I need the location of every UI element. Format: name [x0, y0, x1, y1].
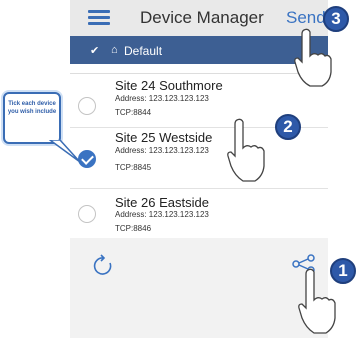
pointing-hand-icon	[298, 268, 336, 334]
breadcrumb[interactable]: Default	[124, 44, 162, 58]
breadcrumb-bar	[70, 36, 328, 64]
device-tcp: TCP:8844	[115, 108, 152, 117]
bottom-toolbar	[70, 238, 328, 338]
device-checkbox[interactable]	[78, 97, 96, 115]
hint-callout-text: Tick each device you wish include	[7, 101, 57, 115]
menu-icon[interactable]	[88, 10, 110, 26]
device-name: Site 24 Southmore	[115, 78, 223, 93]
divider	[70, 188, 328, 189]
step-badge-2: 2	[275, 114, 301, 140]
breadcrumb-bar-divider	[70, 64, 328, 74]
callout-pointer	[48, 140, 81, 163]
chevron-down-icon[interactable]: ✔	[90, 44, 99, 57]
send-button[interactable]: Send	[286, 8, 326, 28]
device-tcp: TCP:8845	[115, 163, 152, 172]
hint-callout: Tick each device you wish include	[3, 92, 61, 144]
app-title: Device Manager	[140, 8, 264, 27]
pointing-hand-icon	[227, 118, 265, 182]
refresh-icon[interactable]	[93, 254, 113, 281]
pointing-hand-icon	[294, 28, 332, 87]
device-address: Address: 123.123.123.123	[115, 146, 209, 155]
device-name: Site 26 Eastside	[115, 195, 209, 210]
home-icon[interactable]: ⌂	[111, 44, 118, 56]
device-checkbox[interactable]	[78, 205, 96, 223]
device-address: Address: 123.123.123.123	[115, 94, 209, 103]
device-name: Site 25 Westside	[115, 130, 213, 145]
device-tcp: TCP:8846	[115, 224, 152, 233]
device-address: Address: 123.123.123.123	[115, 210, 209, 219]
